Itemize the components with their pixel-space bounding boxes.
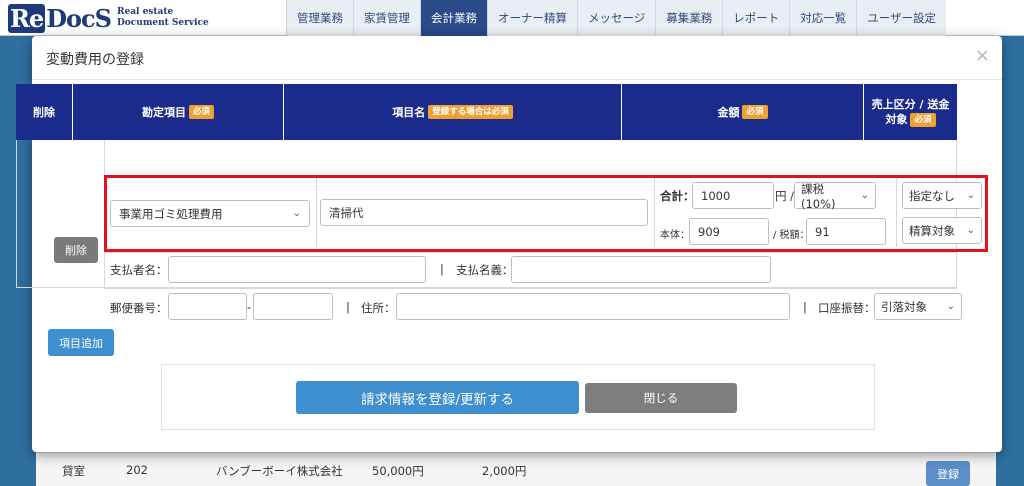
- chevron-down-icon: ⌄: [946, 301, 955, 312]
- th-sales-type: 売上区分 / 送金対象 必須: [871, 98, 950, 127]
- nav-item-user-settings[interactable]: ユーザー設定: [856, 0, 947, 36]
- delete-row-button[interactable]: 削除: [54, 237, 98, 263]
- zip-code-first-input[interactable]: [168, 293, 247, 320]
- nav-item-reports[interactable]: レポート: [722, 0, 790, 36]
- add-item-button[interactable]: 項目追加: [48, 329, 114, 356]
- th-account: 勘定項目 必須: [73, 84, 284, 140]
- redocs-logo[interactable]: Re DocS Real estate Document Service: [8, 3, 209, 33]
- bg-cell-tenant: バンブーボーイ株式会社: [216, 464, 343, 478]
- nav-item-tasks[interactable]: 対応一覧: [789, 0, 857, 36]
- close-button[interactable]: 閉じる: [585, 383, 737, 413]
- base-amount-input[interactable]: [689, 218, 769, 245]
- divider: [104, 252, 957, 253]
- base-amount-label: 本体：: [660, 230, 690, 241]
- required-badge: 必須: [188, 105, 214, 119]
- divider-bar: |: [803, 300, 807, 314]
- total-amount-input[interactable]: [692, 182, 774, 209]
- zip-label: 郵便番号：: [110, 301, 168, 315]
- close-icon[interactable]: ×: [975, 45, 990, 66]
- required-badge: 必須: [742, 105, 768, 119]
- account-holder-input[interactable]: [511, 256, 771, 283]
- submit-billing-button[interactable]: 請求情報を登録/更新する: [296, 381, 579, 414]
- nav-item-owner-settlement[interactable]: オーナー精算: [487, 0, 577, 36]
- logo-subtitle: Real estate Document Service: [116, 7, 209, 28]
- tax-amount-label: / 税額：: [773, 230, 810, 241]
- logo-mark: Re DocS: [8, 3, 112, 33]
- required-if-register-badge: 登録する場合は必須: [428, 105, 513, 119]
- background-table-row: 貸室 202 バンブーボーイ株式会社 50,000円 2,000円: [36, 452, 996, 486]
- nav-item-messages[interactable]: メッセージ: [577, 0, 656, 36]
- modal-title: 変動費用の登録: [46, 52, 144, 68]
- divider: [104, 140, 105, 288]
- nav-item-rent[interactable]: 家賃管理: [353, 0, 420, 36]
- th-delete: 削除: [16, 84, 73, 140]
- nav-item-management[interactable]: 管理業務: [286, 0, 353, 36]
- account-select[interactable]: 事業用ゴミ処理費用 ⌄: [110, 200, 310, 227]
- chevron-down-icon: ⌄: [966, 190, 975, 201]
- th-item-name: 項目名 登録する場合は必須: [284, 84, 622, 140]
- sales-type-value: 指定なし: [909, 188, 955, 203]
- payer-name-input[interactable]: [168, 256, 426, 283]
- zip-dash: -: [247, 300, 252, 314]
- cost-table-header: 削除 勘定項目 必須 項目名 登録する場合は必須 金額 必須 売上区分 / 送金対象必…: [16, 84, 957, 140]
- bg-cell-type: 貸室: [62, 464, 85, 478]
- account-select-value: 事業用ゴミ処理費用: [119, 206, 223, 221]
- total-label: 合計：: [660, 189, 695, 203]
- sales-type-select[interactable]: 指定なし ⌄: [902, 182, 982, 209]
- chevron-down-icon: ⌄: [966, 225, 975, 236]
- divider: [104, 288, 957, 289]
- settlement-target-value: 精算対象: [909, 223, 955, 238]
- payer-name-label: 支払者名：: [110, 263, 168, 277]
- app-header: Re DocS Real estate Document Service 管理業務…: [0, 0, 1024, 36]
- account-transfer-label: 口座振替：: [818, 301, 876, 315]
- divider: [316, 175, 317, 247]
- bg-register-button[interactable]: 登録: [926, 461, 970, 486]
- address-label: 住所：: [361, 301, 396, 315]
- zip-code-second-input[interactable]: [253, 293, 333, 320]
- account-transfer-value: 引落対象: [881, 299, 927, 314]
- divider-bar: |: [346, 300, 350, 314]
- account-transfer-select[interactable]: 引落対象 ⌄: [874, 293, 962, 320]
- chevron-down-icon: ⌄: [292, 208, 301, 219]
- chevron-down-icon: ⌄: [860, 190, 869, 201]
- tax-type-select[interactable]: 課税(10%) ⌄: [794, 181, 876, 211]
- nav-item-recruitment[interactable]: 募集業務: [655, 0, 723, 36]
- divider: [896, 175, 897, 247]
- divider: [654, 175, 655, 247]
- address-input[interactable]: [396, 293, 790, 320]
- main-nav: 管理業務 家賃管理 会計業務 オーナー精算 メッセージ 募集業務 レポート 対応…: [286, 0, 947, 36]
- item-name-input[interactable]: [320, 199, 648, 226]
- modal-header: 変動費用の登録 ×: [32, 36, 1002, 80]
- tax-amount-input[interactable]: [806, 218, 886, 245]
- bg-cell-amount2: 2,000円: [482, 464, 527, 478]
- bg-cell-room: 202: [126, 463, 148, 477]
- account-holder-label: 支払名義：: [456, 263, 514, 277]
- tax-type-value: 課税(10%): [801, 181, 836, 211]
- required-badge: 必須: [910, 113, 936, 127]
- bg-cell-amount1: 50,000円: [372, 464, 424, 478]
- settlement-target-select[interactable]: 精算対象 ⌄: [902, 217, 982, 244]
- yen-unit-label: 円 /: [775, 189, 795, 203]
- divider-bar: |: [440, 262, 444, 276]
- nav-item-accounting[interactable]: 会計業務: [420, 0, 487, 36]
- th-amount: 金額 必須: [622, 84, 864, 140]
